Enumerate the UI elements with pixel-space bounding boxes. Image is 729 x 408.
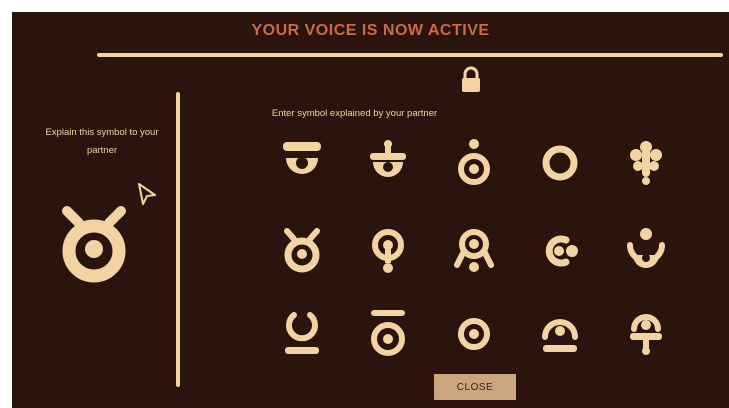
lock-icon	[462, 66, 480, 92]
symbol-button-tree[interactable]	[621, 137, 671, 189]
bar-cup-symbol	[283, 142, 321, 174]
dome-base-symbol	[542, 319, 578, 352]
symbol-button-ring[interactable]	[535, 137, 585, 189]
symbol-button-dome-base[interactable]	[535, 307, 585, 359]
dome-pin-symbol	[630, 314, 662, 355]
drop-cup-symbol	[627, 228, 665, 268]
symbol-button-drop-cup[interactable]	[621, 225, 671, 277]
mouse-cursor-icon	[138, 183, 156, 205]
symbol-button-c-dot[interactable]	[535, 225, 585, 277]
symbol-button-dot-ring[interactable]	[449, 137, 499, 189]
title-divider	[97, 53, 723, 57]
horned-ring-symbol	[62, 206, 126, 283]
bar-ring-symbol	[371, 310, 405, 356]
pin-cup-symbol	[370, 140, 406, 177]
symbol-button-target[interactable]	[449, 307, 499, 359]
instruction-label: Enter symbol explained by your partner	[271, 108, 438, 119]
dot-ring-symbol	[458, 139, 490, 185]
panel-divider	[176, 92, 180, 387]
symbol-button-keyhole[interactable]	[363, 225, 413, 277]
symbol-button-pin-cup[interactable]	[363, 137, 413, 189]
ring-symbol	[542, 145, 578, 181]
keyhole-symbol	[372, 229, 404, 273]
close-button[interactable]: CLOSE	[434, 374, 516, 400]
symbol-button-bar-ring[interactable]	[363, 307, 413, 359]
page-title: YOUR VOICE IS NOW ACTIVE	[251, 22, 490, 39]
symbol-button-bar-cup[interactable]	[277, 137, 327, 189]
horned-ring-symbol	[284, 228, 320, 273]
game-panel: YOUR VOICE IS NOW ACTIVE Enter symbol ex…	[12, 12, 729, 408]
symbol-button-spiked-keyhole[interactable]	[449, 225, 499, 277]
explain-prompt: Explain this symbol to your partner	[45, 127, 159, 156]
instruction-text: Enter symbol explained by your partner	[12, 108, 729, 119]
symbol-button-open-ring-base[interactable]	[277, 307, 327, 359]
target-symbol	[458, 318, 490, 350]
spiked-keyhole-symbol	[454, 229, 494, 272]
c-dot-symbol	[545, 235, 578, 267]
symbol-button-dome-pin[interactable]	[621, 307, 671, 359]
open-ring-base-symbol	[285, 312, 319, 354]
symbol-button-horned-ring[interactable]	[277, 225, 327, 277]
tree-symbol	[630, 141, 662, 185]
